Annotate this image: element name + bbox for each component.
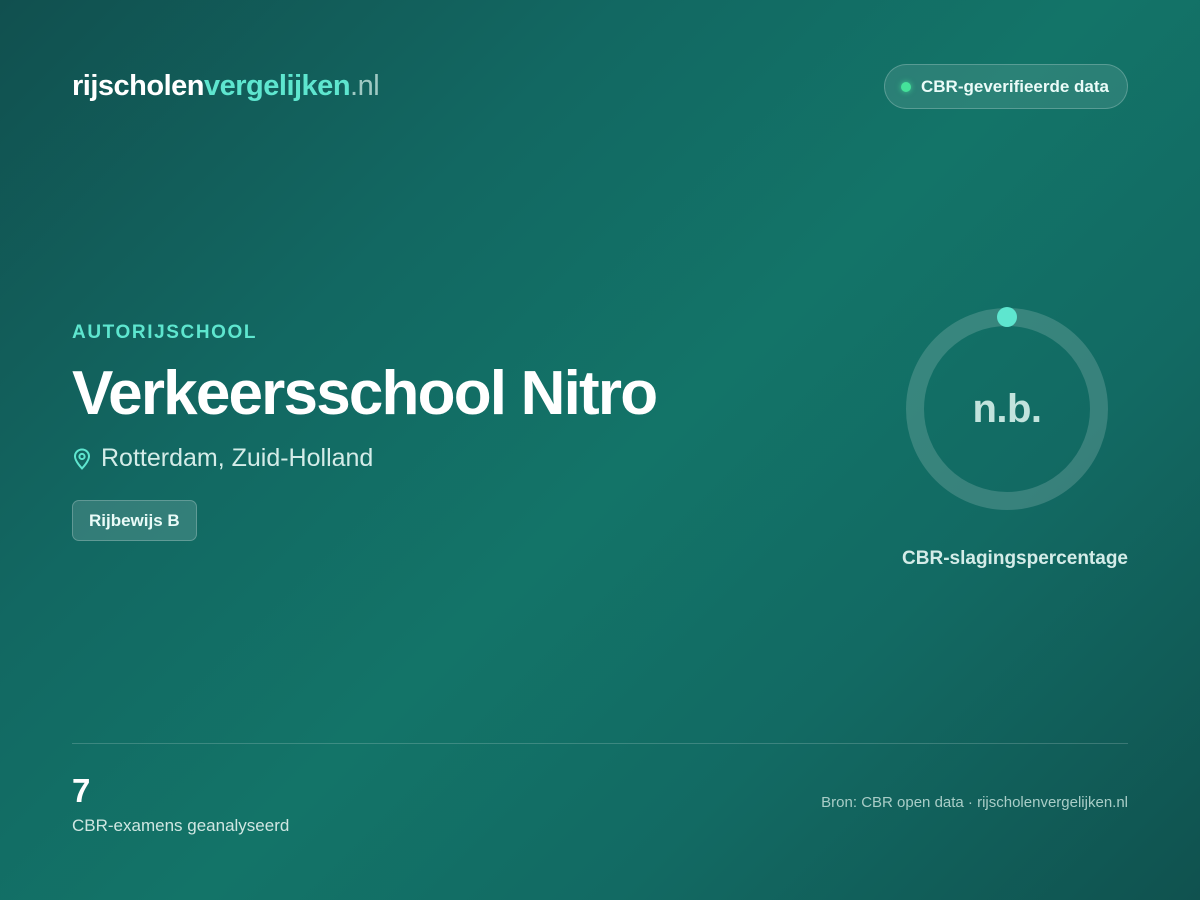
logo-text-primary: rijscholen: [72, 70, 205, 102]
logo-text-accent: vergelijken: [204, 70, 351, 102]
pass-rate-value: n.b.: [972, 386, 1042, 431]
location-text: Rotterdam, Zuid-Holland: [101, 444, 374, 472]
verified-badge-label: CBR-geverifieerde data: [920, 76, 1109, 96]
school-location: Rotterdam, Zuid-Holland: [72, 444, 373, 473]
pass-rate-label: CBR-slagingspercentage: [902, 548, 1128, 569]
status-dot-icon: [900, 81, 911, 92]
school-name: Verkeersschool Nitro: [72, 359, 658, 428]
map-pin-icon: [72, 447, 92, 470]
school-category: AUTORIJSCHOOL: [72, 322, 258, 343]
exam-count: 7: [72, 772, 91, 809]
verified-data-badge: CBR-geverifieerde data: [883, 64, 1128, 109]
license-badge: Rijbewijs B: [72, 500, 197, 541]
footer-divider: [72, 743, 1128, 744]
site-logo[interactable]: rijscholenvergelijken.nl: [72, 70, 380, 102]
data-source: Bron: CBR open data · rijscholenvergelij…: [821, 794, 1128, 811]
logo-text-tld: .nl: [350, 70, 380, 102]
exam-count-label: CBR-examens geanalyseerd: [72, 816, 290, 835]
pass-rate-gauge: n.b.: [902, 304, 1112, 514]
